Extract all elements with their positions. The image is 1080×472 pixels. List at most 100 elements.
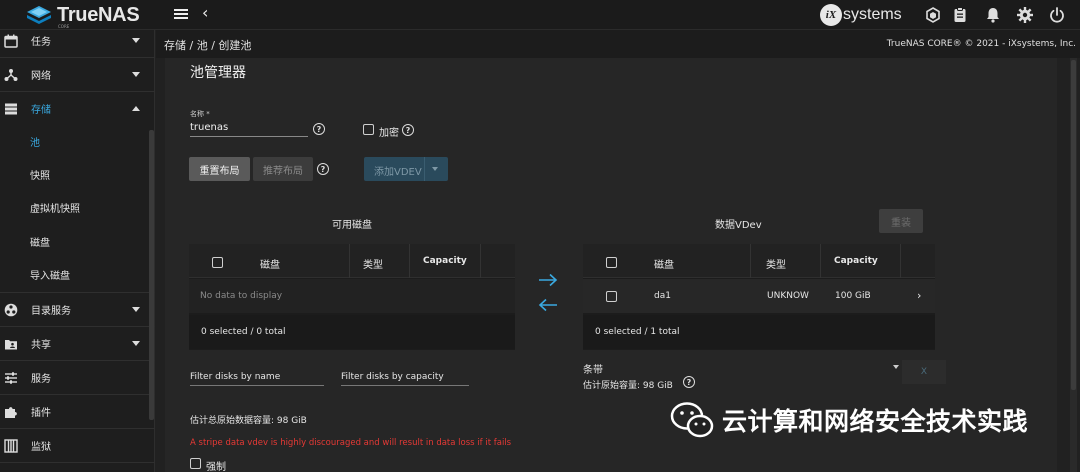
- breadcrumb-bar: 存储 / 池 / 创建池 TrueNAS CORE® © 2021 - iXsy…: [156, 30, 1080, 58]
- breadcrumb[interactable]: 存储 / 池 / 创建池: [164, 37, 251, 53]
- force-checkbox[interactable]: [190, 458, 201, 469]
- filter-capacity-underline: [341, 385, 469, 386]
- help-icon[interactable]: ?: [317, 163, 329, 175]
- table-header: 磁盘 类型 Capacity: [583, 244, 935, 278]
- available-disks-table: 磁盘 类型 Capacity No data to display 0 sele…: [189, 244, 515, 350]
- sidebar-item-network[interactable]: 网络: [0, 58, 155, 91]
- sidebar-item-label: 服务: [31, 374, 51, 385]
- sidebar-item-label: 网络: [31, 71, 51, 82]
- back-chevron-icon[interactable]: ‹: [202, 3, 208, 22]
- help-icon[interactable]: ?: [313, 123, 325, 135]
- gear-icon[interactable]: [1016, 6, 1034, 24]
- sidebar-item-directory-services[interactable]: 目录服务: [0, 293, 155, 326]
- sidebar-item-tasks[interactable]: 任务: [0, 24, 155, 57]
- row-checkbox[interactable]: [606, 291, 617, 302]
- sidebar-subitem-snapshots[interactable]: 快照: [0, 158, 155, 191]
- caret-down-icon[interactable]: [893, 365, 899, 369]
- chevron-right-icon[interactable]: ›: [917, 289, 921, 302]
- table-empty-row: No data to display: [189, 279, 515, 313]
- reset-vdev-button[interactable]: 重装: [879, 209, 923, 233]
- scrollbar-thumb[interactable]: [1071, 60, 1076, 390]
- estimated-raw-capacity: 估计原始容量: 98 GiB: [583, 381, 673, 391]
- page-scrollbar[interactable]: [1070, 58, 1077, 472]
- sidebar-item-storage[interactable]: 存储: [0, 92, 155, 125]
- sidebar-subitem-pools[interactable]: 池: [0, 125, 155, 158]
- sidebar-subitem-label: 池: [30, 138, 40, 149]
- column-separator: [750, 244, 751, 278]
- selection-count: 0 selected / 0 total: [201, 327, 286, 337]
- column-separator: [409, 244, 410, 278]
- add-vdev-button[interactable]: 添加VDEV: [364, 157, 448, 181]
- table-row[interactable]: da1 UNKNOW 100 GiB ›: [583, 279, 935, 313]
- sidebar-subitem-label: 导入磁盘: [30, 271, 70, 282]
- column-header-type[interactable]: 类型: [363, 256, 383, 271]
- remove-vdev-button[interactable]: X: [902, 360, 946, 384]
- column-separator: [349, 244, 350, 278]
- directory-icon: [4, 303, 18, 316]
- chevron-down-icon: [132, 38, 140, 43]
- encrypt-label: 加密: [379, 128, 399, 139]
- data-vdev-table: 磁盘 类型 Capacity da1 UNKNOW 100 GiB › 0 se…: [583, 244, 935, 350]
- sidebar-subitem-import-disk[interactable]: 导入磁盘: [0, 258, 155, 291]
- column-header-disk[interactable]: 磁盘: [654, 256, 674, 271]
- suggest-layout-button[interactable]: 推荐布局: [253, 157, 313, 181]
- sidebar-item-label: 任务: [31, 37, 51, 48]
- watermark: 云计算和网络安全技术实践: [670, 401, 1028, 439]
- column-header-type[interactable]: 类型: [766, 256, 786, 271]
- column-header-disk[interactable]: 磁盘: [260, 256, 280, 271]
- select-all-checkbox[interactable]: [606, 257, 617, 268]
- help-icon[interactable]: ?: [683, 376, 695, 388]
- column-header-capacity[interactable]: Capacity: [834, 256, 878, 266]
- sidebar-item-plugins[interactable]: 插件: [0, 395, 155, 428]
- help-icon[interactable]: ?: [402, 124, 414, 136]
- empty-text: No data to display: [200, 291, 283, 301]
- vdev-layout-select[interactable]: 条带: [583, 361, 603, 376]
- watermark-text: 云计算和网络安全技术实践: [722, 407, 1029, 436]
- data-vdev-title: 数据VDev: [715, 220, 762, 231]
- sidebar-subitem-label: 快照: [30, 171, 50, 182]
- truecommand-icon[interactable]: [924, 6, 942, 24]
- menu-toggle-icon[interactable]: [174, 7, 188, 21]
- top-bar: TrueNAS CORE ‹ iX systems: [0, 0, 1080, 30]
- chevron-down-icon: [132, 341, 140, 346]
- reset-layout-button[interactable]: 重置布局: [189, 157, 250, 181]
- sidebar-item-sharing[interactable]: 共享: [0, 327, 155, 360]
- move-right-arrow-icon[interactable]: [537, 273, 559, 287]
- storage-icon: [5, 103, 17, 114]
- share-icon: [5, 339, 17, 349]
- sidebar-subitem-disks[interactable]: 磁盘: [0, 225, 155, 258]
- sidebar-subitem-vm-snapshots[interactable]: 虚拟机快照: [0, 191, 155, 224]
- select-all-checkbox[interactable]: [212, 257, 223, 268]
- sidebar-item-label: 共享: [31, 340, 51, 351]
- sidebar-item-services[interactable]: 服务: [0, 361, 155, 394]
- sidebar: 任务 网络 存储 池 快照 虚拟机快照 磁盘 导入磁盘 目录服务 共享 服务 插…: [0, 30, 155, 472]
- clipboard-icon[interactable]: [951, 6, 969, 24]
- add-vdev-label: 添加VDEV: [374, 167, 422, 178]
- column-separator: [820, 244, 821, 278]
- ixsystems-logo[interactable]: iX systems: [820, 4, 902, 26]
- name-field-underline: [190, 136, 308, 137]
- ixsystems-text: systems: [843, 6, 902, 23]
- services-icon: [5, 371, 17, 384]
- sidebar-scrollbar[interactable]: [149, 130, 154, 420]
- name-field[interactable]: truenas: [190, 122, 228, 133]
- calendar-icon: [4, 34, 18, 48]
- power-icon[interactable]: [1048, 6, 1066, 24]
- add-vdev-divider: [424, 157, 425, 181]
- encrypt-checkbox[interactable]: [363, 124, 374, 135]
- chevron-down-icon: [132, 72, 140, 77]
- wechat-icon: [670, 402, 714, 438]
- ix-mark: iX: [820, 4, 842, 26]
- sidebar-item-label: 插件: [31, 408, 51, 419]
- sidebar-item-label: 存储: [31, 105, 51, 116]
- filter-disks-by-capacity[interactable]: Filter disks by capacity: [341, 372, 444, 382]
- disk-cell: da1: [654, 291, 671, 301]
- bell-icon[interactable]: [984, 6, 1002, 24]
- column-header-capacity[interactable]: Capacity: [423, 256, 467, 266]
- filter-disks-by-name[interactable]: Filter disks by name: [190, 372, 280, 382]
- filter-name-underline: [190, 385, 324, 386]
- move-left-arrow-icon[interactable]: [537, 298, 559, 312]
- caret-down-icon[interactable]: [432, 167, 438, 171]
- sidebar-item-jails[interactable]: 监狱: [0, 429, 155, 462]
- jail-icon: [4, 438, 18, 453]
